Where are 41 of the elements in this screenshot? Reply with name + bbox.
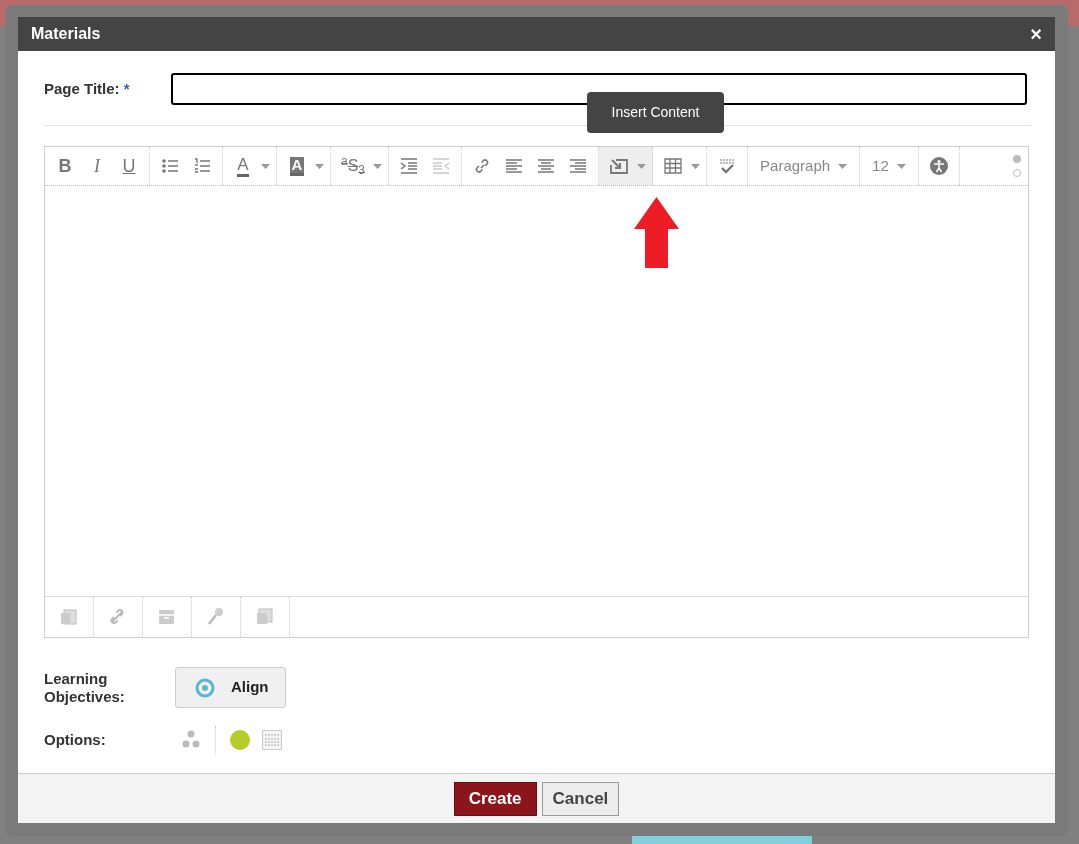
highlight-button[interactable]: A: [281, 151, 313, 181]
italic-button[interactable]: I: [81, 151, 113, 181]
insert-icon: [610, 157, 629, 175]
accessibility-icon: [929, 157, 948, 175]
arrow-icon: [634, 197, 679, 268]
media-icon: [255, 607, 275, 627]
bulleted-list-icon: [161, 157, 179, 175]
align-right-icon: [569, 157, 588, 175]
align-center-icon: [537, 157, 556, 175]
align-left-icon: [505, 157, 524, 175]
numbered-list-icon: [193, 157, 211, 175]
align-button[interactable]: Align: [175, 667, 286, 708]
page-icon: [262, 730, 282, 750]
text-color-button[interactable]: A: [227, 151, 259, 181]
create-button[interactable]: Create: [453, 781, 537, 816]
underline-button[interactable]: U: [113, 151, 145, 181]
field-label: Options:: [44, 729, 107, 750]
cancel-button[interactable]: Cancel: [541, 781, 620, 816]
microphone-icon: [206, 607, 226, 627]
dialog-title: Materials: [31, 24, 101, 44]
indent-icon: [400, 157, 419, 175]
format-dropdown[interactable]: Paragraph: [752, 147, 856, 185]
outdent-icon: [432, 157, 451, 175]
field-label: Page Title: *: [44, 78, 131, 99]
document-icon: [59, 607, 79, 627]
dots-icon: [181, 730, 201, 750]
page-title-field[interactable]: [171, 73, 1027, 105]
script-button[interactable]: $^{a}$S$_{3}$: [335, 151, 372, 181]
font-size-dropdown[interactable]: 12: [864, 147, 914, 185]
archive-icon: [157, 607, 177, 627]
caret-icon: [896, 163, 906, 169]
more-icon[interactable]: [1012, 154, 1022, 178]
bold-button[interactable]: B: [49, 151, 81, 181]
target-icon: [195, 677, 215, 698]
caret-icon: [838, 163, 848, 169]
spellcheck-icon: [718, 157, 737, 175]
close-button[interactable]: ×: [1030, 24, 1042, 44]
circle-icon: [230, 730, 250, 750]
tooltip: Insert Content: [587, 92, 724, 133]
table-icon: [664, 157, 683, 175]
field-label: Learning Objectives:: [44, 669, 126, 706]
